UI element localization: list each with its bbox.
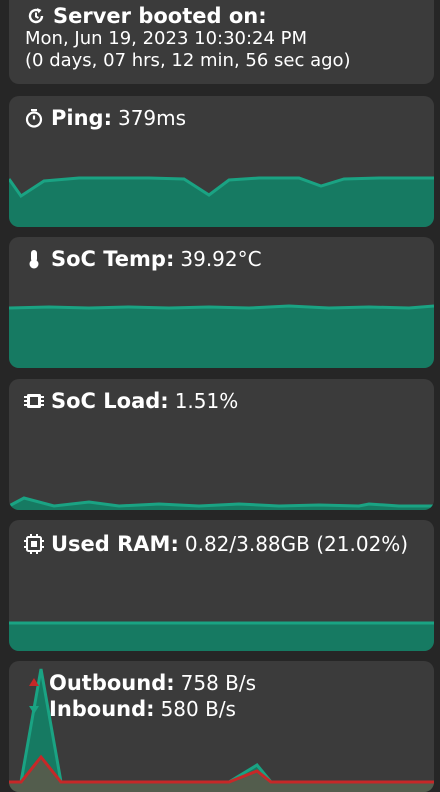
temp-chart: [9, 304, 434, 368]
load-chart-line: [9, 496, 434, 508]
temp-chart-line: [9, 304, 434, 310]
outbound-chart-area: [9, 757, 434, 792]
boot-title: Server booted on:: [53, 4, 267, 28]
ram-chart: [9, 621, 434, 651]
temp-card: SoC Temp: 39.92°C: [9, 237, 434, 368]
inbound-header: Inbound: 580 B/s: [25, 697, 236, 721]
boot-date: Mon, Jun 19, 2023 10:30:24 PM: [25, 28, 308, 49]
outbound-label: Outbound:: [49, 671, 175, 695]
outbound-value: 758 B/s: [180, 671, 257, 695]
clock-restore-icon: [25, 5, 47, 27]
ping-card: Ping: 379ms: [9, 96, 434, 227]
ram-chart-area: [9, 623, 434, 651]
boot-card: Server booted on: Mon, Jun 19, 2023 10:3…: [9, 0, 434, 84]
temp-chart-area: [9, 306, 434, 368]
arrow-up-icon: [25, 672, 43, 694]
arrow-down-icon: [25, 698, 43, 720]
ram-card: Used RAM: 0.82/3.88GB (21.02%): [9, 520, 434, 651]
load-chart: [9, 496, 434, 510]
inbound-value: 580 B/s: [160, 697, 236, 721]
network-card: Outbound: 758 B/s Inbound: 580 B/s: [9, 661, 434, 792]
boot-ago: (0 days, 07 hrs, 12 min, 56 sec ago): [25, 50, 351, 71]
outbound-header: Outbound: 758 B/s: [25, 671, 256, 695]
inbound-label: Inbound:: [49, 697, 155, 721]
outbound-chart-line: [9, 754, 434, 784]
boot-header: Server booted on:: [25, 4, 267, 28]
load-card: SoC Load: 1.51%: [9, 379, 434, 510]
ping-chart: [9, 176, 434, 227]
